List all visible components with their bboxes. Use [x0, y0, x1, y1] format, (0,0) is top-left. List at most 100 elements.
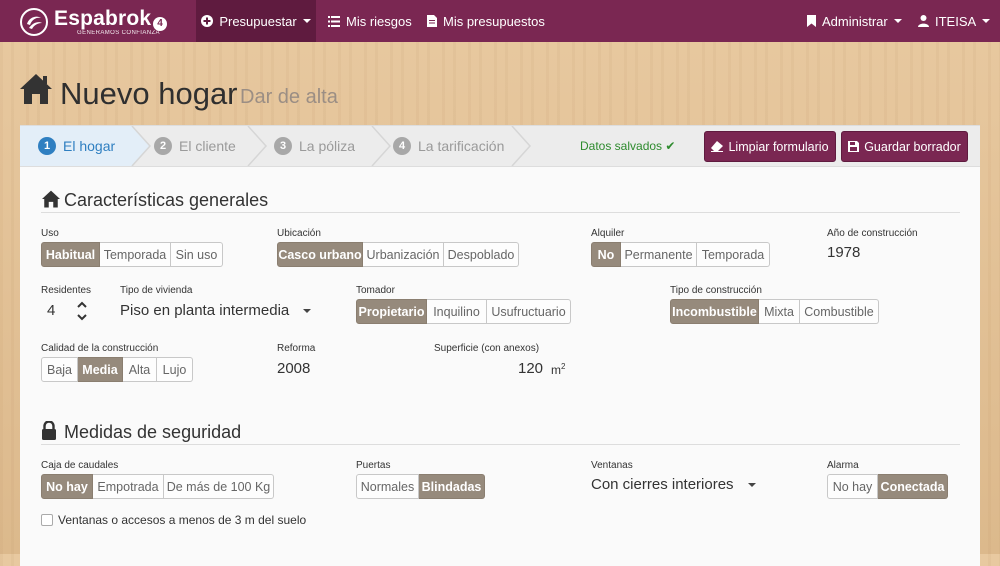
uso-habitual[interactable]: Habitual: [41, 242, 100, 267]
nav-mis-riesgos-label: Mis riesgos: [346, 13, 412, 29]
label-tipo-construccion: Tipo de construcción: [670, 285, 762, 296]
step-label: El hogar: [63, 138, 116, 154]
brand-badge: 4: [153, 17, 167, 31]
uso-button-group: Habitual Temporada Sin uso: [41, 242, 223, 267]
ventanas-bajas-label[interactable]: Ventanas o accesos a menos de 3 m del su…: [58, 513, 306, 527]
wizard-steps: 1 El hogar 2 El cliente 3 La póliza 4 La…: [20, 126, 980, 167]
anio-construccion-value[interactable]: 1978: [827, 244, 860, 261]
residentes-stepper-icon[interactable]: [76, 300, 88, 322]
alarma-conectada[interactable]: Conectada: [878, 474, 948, 499]
tipo-vivienda-select[interactable]: Piso en planta intermedia: [120, 302, 312, 319]
reforma-value[interactable]: 2008: [277, 360, 310, 377]
residentes-value[interactable]: 4: [47, 302, 55, 319]
step-number: 2: [154, 137, 172, 155]
page-subtitle: Dar de alta: [240, 86, 338, 108]
tomador-inquilino[interactable]: Inquilino: [427, 299, 487, 324]
save-draft-button[interactable]: Guardar borrador: [841, 131, 968, 162]
superficie-unit-base: m: [551, 363, 561, 377]
label-uso: Uso: [41, 228, 59, 239]
nav-mis-riesgos[interactable]: Mis riesgos: [328, 0, 412, 42]
wizard-step-poliza[interactable]: 3 La póliza: [274, 126, 355, 166]
nav-administrar[interactable]: Administrar: [807, 0, 902, 42]
tomador-usufructuario[interactable]: Usufructuario: [487, 299, 571, 324]
alquiler-permanente[interactable]: Permanente: [621, 242, 697, 267]
floppy-disk-icon: [848, 141, 860, 152]
nav-user-label: ITEISA: [935, 13, 977, 29]
ubicacion-button-group: Casco urbano Urbanización Despoblado: [277, 242, 519, 267]
label-tipo-vivienda: Tipo de vivienda: [120, 285, 193, 296]
label-anio-construccion: Año de construcción: [827, 228, 918, 239]
caja-empotrada[interactable]: Empotrada: [93, 474, 164, 499]
step-label: La póliza: [299, 138, 356, 154]
ventanas-select[interactable]: Con cierres interiores: [591, 476, 756, 493]
label-ventanas: Ventanas: [591, 460, 633, 471]
alquiler-temporada[interactable]: Temporada: [697, 242, 770, 267]
save-draft-label: Guardar borrador: [864, 139, 961, 154]
alquiler-button-group: No Permanente Temporada: [591, 242, 770, 267]
label-superficie: Superficie (con anexos): [434, 343, 540, 354]
ubicacion-urbanizacion[interactable]: Urbanización: [363, 242, 444, 267]
section-divider: [41, 212, 960, 213]
nav-presupuestar[interactable]: Presupuestar: [196, 0, 316, 42]
tipo-vivienda-value: Piso en planta intermedia: [120, 302, 290, 319]
page-title: Nuevo hogar: [60, 76, 238, 111]
ventanas-bajas-checkbox[interactable]: [41, 514, 53, 526]
tomador-propietario[interactable]: Propietario: [356, 299, 427, 324]
tipo-construccion-combustible[interactable]: Combustible: [800, 299, 879, 324]
brand-tagline: GENERAMOS CONFIANZA: [77, 30, 160, 36]
tipo-construccion-mixta[interactable]: Mixta: [759, 299, 800, 324]
wizard-step-tarificacion[interactable]: 4 La tarificación: [393, 126, 504, 166]
document-icon: [427, 15, 437, 27]
calidad-baja[interactable]: Baja: [41, 357, 78, 382]
puertas-normales[interactable]: Normales: [356, 474, 419, 499]
section-divider: [41, 444, 960, 445]
caja-no-hay[interactable]: No hay: [41, 474, 93, 499]
espabrok-logo-icon: [20, 8, 48, 36]
chevron-down-icon: [893, 19, 902, 23]
label-alquiler: Alquiler: [591, 228, 625, 239]
tipo-construccion-button-group: Incombustible Mixta Combustible: [670, 299, 879, 324]
form-panel: 1 El hogar 2 El cliente 3 La póliza 4 La…: [20, 125, 980, 566]
eraser-icon: [711, 141, 724, 152]
tomador-button-group: Propietario Inquilino Usufructuario: [356, 299, 571, 324]
nav-user-menu[interactable]: ITEISA: [918, 0, 991, 42]
step-label: La tarificación: [418, 138, 505, 154]
nav-presupuestar-label: Presupuestar: [219, 13, 297, 29]
label-calidad: Calidad de la construcción: [41, 343, 159, 354]
chevron-down-icon: [303, 308, 312, 313]
bookmark-icon: [807, 15, 816, 27]
lock-icon: [42, 421, 56, 440]
calidad-alta[interactable]: Alta: [123, 357, 157, 382]
ubicacion-despoblado[interactable]: Despoblado: [444, 242, 519, 267]
nav-administrar-label: Administrar: [822, 13, 888, 29]
ventanas-value: Con cierres interiores: [591, 476, 734, 493]
label-tomador: Tomador: [356, 285, 395, 296]
ubicacion-casco-urbano[interactable]: Casco urbano: [277, 242, 363, 267]
puertas-button-group: Normales Blindadas: [356, 474, 485, 499]
calidad-media[interactable]: Media: [78, 357, 123, 382]
step-number: 4: [393, 137, 411, 155]
tipo-construccion-incombustible[interactable]: Incombustible: [670, 299, 759, 324]
label-puertas: Puertas: [356, 460, 391, 471]
wizard-step-cliente[interactable]: 2 El cliente: [154, 126, 236, 166]
plus-circle-icon: [201, 15, 214, 27]
chevron-down-icon: [747, 482, 756, 487]
caja-mas-100kg[interactable]: De más de 100 Kg: [164, 474, 274, 499]
clear-form-button[interactable]: Limpiar formulario: [704, 131, 836, 162]
brand[interactable]: Espabrok GENERAMOS CONFIANZA 4: [20, 5, 190, 37]
clear-form-label: Limpiar formulario: [728, 139, 829, 154]
label-reforma: Reforma: [277, 343, 316, 354]
alquiler-no[interactable]: No: [591, 242, 621, 267]
superficie-value[interactable]: 120: [518, 360, 543, 377]
home-icon: [20, 74, 52, 104]
alarma-no-hay[interactable]: No hay: [827, 474, 878, 499]
calidad-lujo[interactable]: Lujo: [157, 357, 193, 382]
nav-mis-presupuestos[interactable]: Mis presupuestos: [427, 0, 545, 42]
superficie-unit: m2: [551, 362, 565, 377]
wizard-step-hogar[interactable]: 1 El hogar: [38, 126, 115, 166]
section-title-security: Medidas de seguridad: [64, 422, 242, 442]
puertas-blindadas[interactable]: Blindadas: [419, 474, 485, 499]
uso-temporada[interactable]: Temporada: [100, 242, 171, 267]
step-number: 1: [38, 137, 56, 155]
uso-sin-uso[interactable]: Sin uso: [171, 242, 223, 267]
